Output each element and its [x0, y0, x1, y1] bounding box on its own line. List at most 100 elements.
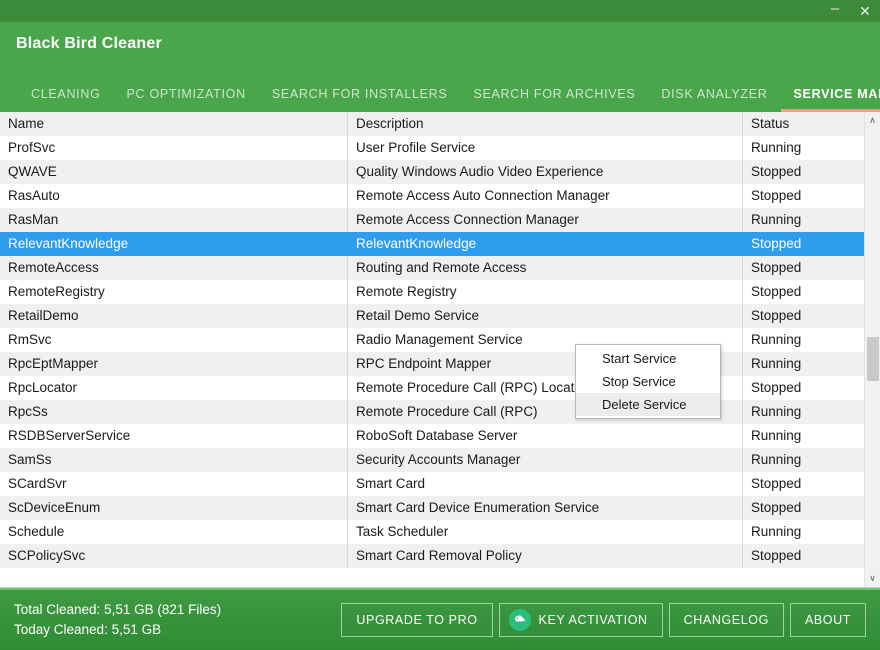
cell-name: RasAuto [0, 184, 348, 208]
table-row[interactable]: SCPolicySvc Smart Card Removal Policy Stop… [0, 544, 864, 568]
cell-status: Running [751, 452, 802, 467]
cell-name: RelevantKnowledge [0, 232, 348, 256]
table-row[interactable]: RelevantKnowledge RelevantKnowledge Stoppe… [0, 232, 864, 256]
table-row[interactable]: RemoteAccess Routing and Remote Access Sto… [0, 256, 864, 280]
cell-status: Running [751, 140, 802, 155]
cell-status: Running [751, 332, 802, 347]
table-row[interactable]: ProfSvc User Profile Service Running [0, 136, 864, 160]
column-header-name: Name [0, 112, 348, 136]
footer-button-label: CHANGELOG [683, 613, 769, 627]
tab-pc-optimization[interactable]: PC OPTIMIZATION [114, 76, 259, 112]
tab-bar: CLEANING PC OPTIMIZATION SEARCH FOR INSTAL… [0, 76, 880, 112]
cell-description: Routing and Remote Access [348, 256, 743, 280]
footer-bar: Total Cleaned: 5,51 GB (821 Files) Today… [0, 588, 880, 650]
cell-status: Stopped [751, 308, 802, 323]
table-header-row: Name Description Status [0, 112, 864, 136]
table-row[interactable]: RasAuto Remote Access Auto Connection Man… [0, 184, 864, 208]
table-row[interactable]: SamSs Security Accounts Manager Running [0, 448, 864, 472]
cell-status: Stopped [751, 164, 802, 179]
cell-description: Smart Card Device Enumeration Service [348, 496, 743, 520]
key-activation-button[interactable]: KEY ACTIVATION [498, 603, 663, 637]
column-header-description: Description [348, 112, 743, 136]
changelog-button[interactable]: CHANGELOG [668, 603, 784, 637]
cell-description: Task Scheduler [348, 520, 743, 544]
tab-search-for-archives[interactable]: SEARCH FOR ARCHIVES [460, 76, 648, 112]
table-row[interactable]: RetailDemo Retail Demo Service Stopped [0, 304, 864, 328]
cell-description: User Profile Service [348, 136, 743, 160]
cell-description: Security Accounts Manager [348, 448, 743, 472]
cell-description: Retail Demo Service [348, 304, 743, 328]
table-row[interactable]: RSDBServerService RoboSoft Database Serve… [0, 424, 864, 448]
scroll-up-arrow-icon[interactable]: ∧ [865, 112, 880, 129]
table-row[interactable]: RpcEptMapper RPC Endpoint Mapper Running [0, 352, 864, 376]
scroll-down-arrow-icon[interactable]: ∨ [865, 570, 880, 587]
tab-disk-analyzer[interactable]: DISK ANALYZER [648, 76, 780, 112]
scrollbar-track[interactable] [865, 129, 880, 570]
cell-status: Stopped [751, 476, 802, 491]
service-table[interactable]: Name Description Status ProfSvc User Profile… [0, 112, 864, 587]
cell-status: Stopped [751, 548, 802, 563]
cell-name: ScDeviceEnum [0, 496, 348, 520]
cell-description: Remote Access Auto Connection Manager [348, 184, 743, 208]
upgrade-to-pro-button[interactable]: UPGRADE TO PRO [341, 603, 493, 637]
footer-button-label: KEY ACTIVATION [538, 613, 648, 627]
cell-name: ProfSvc [0, 136, 348, 160]
cell-status: Running [751, 428, 802, 443]
table-row[interactable]: RmSvc Radio Management Service Running [0, 328, 864, 352]
cell-name: RpcEptMapper [0, 352, 348, 376]
close-icon[interactable]: ✕ [850, 0, 880, 22]
tab-cleaning[interactable]: CLEANING [18, 76, 114, 112]
cell-description: Remote Registry [348, 280, 743, 304]
key-icon [508, 609, 531, 631]
table-row[interactable]: RpcLocator Remote Procedure Call (RPC) Lo… [0, 376, 864, 400]
table-row[interactable]: RasMan Remote Access Connection Manager Ru… [0, 208, 864, 232]
cell-status: Stopped [751, 236, 802, 251]
table-row[interactable]: ScDeviceEnum Smart Card Device Enumeratio… [0, 496, 864, 520]
cell-name: QWAVE [0, 160, 348, 184]
cell-name: Schedule [0, 520, 348, 544]
app-header: Black Bird Cleaner CLEANING PC OPTIMIZATI… [0, 22, 880, 112]
cell-description: RoboSoft Database Server [348, 424, 743, 448]
scrollbar-thumb[interactable] [867, 337, 879, 381]
cell-name: RSDBServerService [0, 424, 348, 448]
cell-description: Smart Card Removal Policy [348, 544, 743, 568]
cell-status: Stopped [751, 500, 802, 515]
cell-status: Stopped [751, 284, 802, 299]
cell-status: Running [751, 524, 802, 539]
cell-description: Remote Access Connection Manager [348, 208, 743, 232]
cell-name: RetailDemo [0, 304, 348, 328]
cell-description: RelevantKnowledge [348, 232, 743, 256]
cell-name: RemoteAccess [0, 256, 348, 280]
cell-name: RasMan [0, 208, 348, 232]
cell-description: Quality Windows Audio Video Experience [348, 160, 743, 184]
tab-search-for-installers[interactable]: SEARCH FOR INSTALLERS [259, 76, 461, 112]
application-window: – ✕ Black Bird Cleaner CLEANING PC OPTIMI… [0, 0, 880, 650]
table-row[interactable]: QWAVE Quality Windows Audio Video Experie… [0, 160, 864, 184]
cell-status: Stopped [751, 260, 802, 275]
cell-name: SCardSvr [0, 472, 348, 496]
about-button[interactable]: ABOUT [789, 603, 866, 637]
app-title: Black Bird Cleaner [16, 35, 162, 52]
cell-status: Running [751, 404, 802, 419]
tab-service-manager[interactable]: SERVICE MANAGER [780, 76, 880, 112]
menu-item-stop-service[interactable]: Stop Service [576, 370, 720, 393]
menu-item-delete-service[interactable]: Delete Service [576, 393, 720, 416]
cell-status: Stopped [751, 188, 802, 203]
cell-name: RpcSs [0, 400, 348, 424]
table-row[interactable]: RemoteRegistry Remote Registry Stopped [0, 280, 864, 304]
menu-item-start-service[interactable]: Start Service [576, 347, 720, 370]
table-row[interactable]: SCardSvr Smart Card Stopped [0, 472, 864, 496]
minimize-icon[interactable]: – [820, 0, 850, 22]
service-context-menu[interactable]: Start Service Stop Service Delete Service [575, 344, 721, 419]
table-row[interactable]: Schedule Task Scheduler Running [0, 520, 864, 544]
cell-description: Smart Card [348, 472, 743, 496]
footer-button-group: UPGRADE TO PRO KEY ACTIVATION CHANGELOG ABO… [341, 603, 866, 637]
cell-name: RemoteRegistry [0, 280, 348, 304]
footer-button-label: ABOUT [804, 613, 851, 627]
table-row[interactable]: RpcSs Remote Procedure Call (RPC) Running [0, 400, 864, 424]
cell-name: SamSs [0, 448, 348, 472]
vertical-scrollbar[interactable]: ∧ ∨ [864, 112, 880, 587]
cell-status: Running [751, 356, 802, 371]
service-list-panel: Name Description Status ProfSvc User Profile… [0, 112, 880, 588]
title-bar: – ✕ [0, 0, 880, 22]
